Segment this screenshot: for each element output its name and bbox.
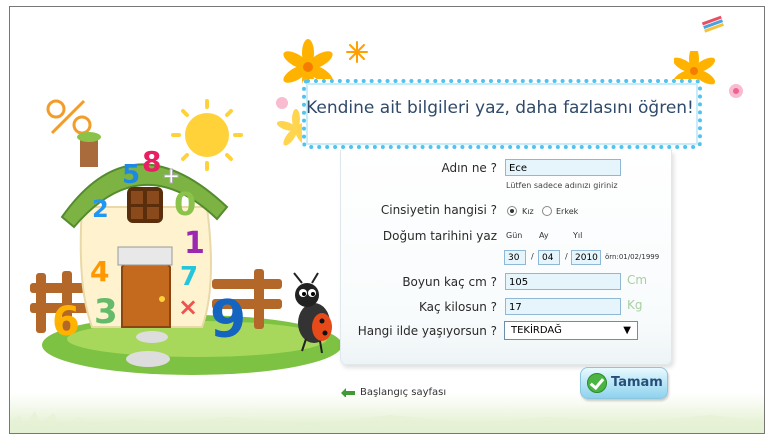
svg-text:×: × bbox=[178, 293, 198, 321]
house-number-9: 9 bbox=[210, 290, 246, 350]
gender-radio-girl[interactable] bbox=[507, 206, 517, 216]
date-separator-1: / bbox=[531, 252, 534, 261]
house-number-4: 4 bbox=[90, 255, 109, 288]
back-arrow-icon bbox=[341, 388, 355, 397]
day-caption: Gün bbox=[506, 231, 523, 240]
home-link-label: Başlangıç sayfası bbox=[360, 387, 447, 398]
gender-option-girl: Kız bbox=[522, 207, 534, 216]
home-link[interactable]: Başlangıç sayfası bbox=[340, 387, 446, 398]
birthdate-label: Doğum tarihini yaz bbox=[382, 229, 497, 243]
height-label: Boyun kaç cm ? bbox=[402, 275, 497, 289]
submit-button-label: Tamam bbox=[611, 375, 663, 390]
house-number-6: 6 bbox=[52, 299, 80, 345]
banner: Kendine ait bilgileri yaz, daha fazlasın… bbox=[302, 71, 702, 151]
city-select[interactable]: TEKİRDAĞ ▼ bbox=[504, 321, 638, 340]
house-number-7: 7 bbox=[180, 262, 198, 292]
house-number-5: 5 bbox=[122, 160, 140, 190]
height-unit: Cm bbox=[627, 273, 648, 287]
house-number-8: 8 bbox=[142, 145, 161, 178]
name-label: Adın ne ? bbox=[441, 161, 497, 175]
weight-label: Kaç kilosun ? bbox=[418, 300, 497, 314]
birth-day-input[interactable]: 30 bbox=[504, 250, 526, 265]
gender-radio-boy[interactable] bbox=[542, 206, 552, 216]
name-hint: Lütfen sadece adınızı giriniz bbox=[506, 181, 618, 190]
date-example: örn:01/02/1999 bbox=[605, 253, 660, 261]
app-frame: 5 8 + 2 0 1 4 7 6 3 × 9 Kendine ait bilg… bbox=[9, 6, 765, 434]
weight-unit: Kg bbox=[627, 298, 643, 312]
gender-option-boy: Erkek bbox=[556, 207, 579, 216]
pencils-icon bbox=[701, 15, 724, 33]
month-caption: Ay bbox=[539, 231, 549, 240]
gender-label: Cinsiyetin hangisi ? bbox=[380, 203, 497, 217]
percent-decoration bbox=[46, 99, 92, 135]
checkmark-icon bbox=[587, 373, 607, 393]
chevron-down-icon: ▼ bbox=[623, 325, 631, 336]
grass-blades bbox=[10, 411, 764, 433]
birth-month-input[interactable]: 04 bbox=[538, 250, 560, 265]
city-select-value: TEKİRDAĞ bbox=[511, 325, 562, 336]
submit-button[interactable]: Tamam bbox=[580, 367, 668, 399]
year-caption: Yıl bbox=[573, 231, 583, 240]
house-number-0: 0 bbox=[174, 185, 196, 223]
house-number-1: 1 bbox=[184, 226, 205, 261]
banner-title: Kendine ait bilgileri yaz, daha fazlasın… bbox=[306, 98, 694, 118]
birth-year-input[interactable]: 2010 bbox=[571, 250, 601, 265]
house-number-3: 3 bbox=[94, 292, 118, 332]
name-input[interactable]: Ece bbox=[505, 159, 621, 176]
city-label: Hangi ilde yaşıyorsun ? bbox=[357, 324, 497, 338]
house-number-2: 2 bbox=[92, 195, 109, 223]
weight-input[interactable]: 17 bbox=[505, 298, 621, 315]
height-input[interactable]: 105 bbox=[505, 273, 621, 290]
star-decoration bbox=[346, 41, 368, 63]
date-separator-2: / bbox=[565, 252, 568, 261]
